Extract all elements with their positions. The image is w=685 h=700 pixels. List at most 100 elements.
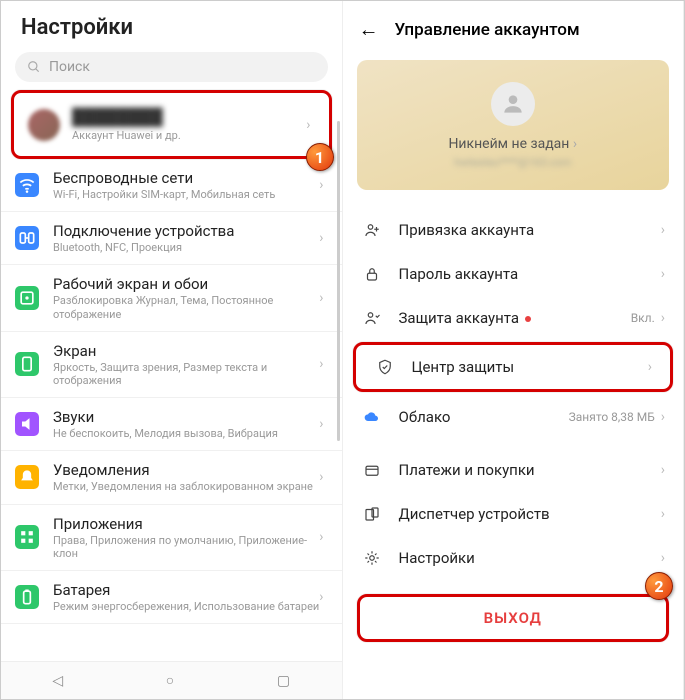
page-title: Настройки bbox=[1, 1, 342, 52]
account-row[interactable]: Привязка аккаунта › bbox=[343, 208, 684, 252]
nickname: Никнейм не задан › bbox=[448, 136, 577, 152]
security-center-row[interactable]: Центр защиты › bbox=[353, 342, 674, 392]
row-sub: Wi-Fi, Настройки SIM-карт, Мобильная сет… bbox=[53, 188, 319, 201]
row-title: Уведомления bbox=[53, 461, 319, 479]
page-title: Управление аккаунтом bbox=[395, 20, 580, 40]
settings-list: Беспроводные сети Wi-Fi, Настройки SIM-к… bbox=[1, 159, 342, 661]
cloud-icon bbox=[361, 407, 383, 427]
row-sub: Права, Приложения по умолчанию, Приложен… bbox=[53, 534, 319, 560]
chevron-right-icon: › bbox=[319, 589, 323, 605]
nav-home-icon[interactable]: ○ bbox=[166, 672, 174, 689]
callout-badge-2: 2 bbox=[645, 572, 673, 600]
row-icon bbox=[361, 221, 383, 239]
settings-row[interactable]: Звуки Не беспокоить, Мелодия вызова, Виб… bbox=[1, 398, 342, 451]
chevron-right-icon: › bbox=[661, 462, 665, 478]
back-icon[interactable]: ← bbox=[359, 17, 379, 42]
nav-recent-icon[interactable]: ▢ bbox=[277, 673, 290, 689]
chevron-right-icon: › bbox=[319, 290, 323, 306]
row-title: Экран bbox=[53, 342, 319, 360]
chevron-right-icon: › bbox=[661, 550, 665, 566]
profile-card[interactable]: Никнейм не задан › hwtesteu****@163.com bbox=[357, 60, 670, 190]
nav-back-icon[interactable]: ◁ bbox=[52, 673, 63, 689]
row-sub: Не беспокоить, Мелодия вызова, Вибрация bbox=[53, 427, 319, 440]
row-title: Рабочий экран и обои bbox=[53, 275, 319, 293]
alert-dot-icon bbox=[525, 316, 531, 322]
chevron-right-icon: › bbox=[661, 310, 665, 326]
shield-icon bbox=[374, 358, 396, 376]
logout-button[interactable]: ВЫХОД bbox=[357, 594, 670, 642]
row-icon bbox=[361, 265, 383, 283]
avatar bbox=[28, 109, 60, 141]
account-row[interactable]: Пароль аккаунта › bbox=[343, 252, 684, 296]
search-icon bbox=[27, 60, 41, 74]
row-sub: Bluetooth, NFC, Проекция bbox=[53, 241, 319, 254]
row-icon bbox=[361, 505, 383, 523]
row-icon bbox=[15, 352, 39, 376]
row-sub: Яркость, Защита зрения, Размер текста и … bbox=[53, 361, 319, 387]
row-title: Батарея bbox=[53, 581, 319, 599]
row-icon bbox=[15, 585, 39, 609]
chevron-right-icon: › bbox=[648, 359, 652, 375]
chevron-right-icon: › bbox=[319, 356, 323, 372]
settings-row[interactable]: Подключение устройства Bluetooth, NFC, П… bbox=[1, 212, 342, 265]
account-sub: Аккаунт Huawei и др. bbox=[72, 129, 306, 142]
chevron-right-icon: › bbox=[319, 416, 323, 432]
chevron-right-icon: › bbox=[661, 506, 665, 522]
row-value: Занято 8,38 МБ bbox=[569, 410, 655, 424]
row-label: Платежи и покупки bbox=[399, 461, 661, 479]
nav-bar: ◁ ○ ▢ bbox=[1, 661, 342, 699]
row-icon bbox=[361, 309, 383, 327]
cloud-row[interactable]: Облако Занято 8,38 МБ › bbox=[343, 394, 684, 440]
settings-row[interactable]: Батарея Режим энергосбережения, Использо… bbox=[1, 571, 342, 624]
chevron-right-icon: › bbox=[306, 117, 310, 133]
settings-row[interactable]: Беспроводные сети Wi-Fi, Настройки SIM-к… bbox=[1, 159, 342, 212]
chevron-right-icon: › bbox=[661, 266, 665, 282]
row-icon bbox=[15, 226, 39, 250]
row-label: Диспетчер устройств bbox=[399, 505, 661, 523]
row-icon bbox=[15, 465, 39, 489]
row-icon bbox=[15, 286, 39, 310]
row-label: Настройки bbox=[399, 549, 661, 567]
row-title: Беспроводные сети bbox=[53, 169, 319, 187]
callout-badge-1: 1 bbox=[306, 143, 334, 171]
row-label: Облако bbox=[399, 408, 569, 426]
account-row[interactable]: ████████ Аккаунт Huawei и др. › bbox=[11, 90, 332, 159]
chevron-right-icon: › bbox=[319, 230, 323, 246]
row-icon bbox=[361, 549, 383, 567]
account-screen: ← Управление аккаунтом Никнейм не задан … bbox=[343, 1, 685, 699]
chevron-right-icon: › bbox=[319, 529, 323, 545]
settings-screen: Настройки Поиск ████████ Аккаунт Huawei … bbox=[1, 1, 343, 699]
settings-row[interactable]: Экран Яркость, Защита зрения, Размер тек… bbox=[1, 332, 342, 398]
row-label: Защита аккаунта bbox=[399, 309, 631, 327]
row-label: Привязка аккаунта bbox=[399, 221, 661, 239]
settings-row[interactable]: Рабочий экран и обои Разблокировка Журна… bbox=[1, 265, 342, 331]
row-icon bbox=[15, 412, 39, 436]
account-row[interactable]: Диспетчер устройств › bbox=[343, 492, 684, 536]
row-icon bbox=[361, 461, 383, 479]
row-label: Пароль аккаунта bbox=[399, 265, 661, 283]
account-row[interactable]: Платежи и покупки › bbox=[343, 448, 684, 492]
account-name: ████████ bbox=[72, 107, 306, 127]
row-title: Приложения bbox=[53, 515, 319, 533]
row-icon bbox=[15, 173, 39, 197]
chevron-right-icon: › bbox=[661, 409, 665, 425]
avatar bbox=[491, 82, 535, 126]
chevron-right-icon: › bbox=[319, 469, 323, 485]
row-title: Подключение устройства bbox=[53, 222, 319, 240]
account-row[interactable]: Защита аккаунта Вкл. › bbox=[343, 296, 684, 340]
chevron-right-icon: › bbox=[319, 177, 323, 193]
row-title: Звуки bbox=[53, 408, 319, 426]
row-sub: Метки, Уведомления на заблокированном эк… bbox=[53, 480, 319, 493]
row-sub: Разблокировка Журнал, Тема, Постоянное о… bbox=[53, 294, 319, 320]
row-label: Центр защиты bbox=[412, 358, 648, 376]
scrollbar[interactable] bbox=[337, 121, 340, 441]
search-placeholder: Поиск bbox=[49, 59, 90, 75]
header: ← Управление аккаунтом bbox=[343, 1, 684, 54]
row-sub: Режим энергосбережения, Использование ба… bbox=[53, 600, 319, 613]
settings-row[interactable]: Уведомления Метки, Уведомления на заблок… bbox=[1, 451, 342, 504]
row-icon bbox=[15, 525, 39, 549]
account-row[interactable]: Настройки › bbox=[343, 536, 684, 580]
account-email: hwtesteu****@163.com bbox=[454, 156, 571, 169]
settings-row[interactable]: Приложения Права, Приложения по умолчани… bbox=[1, 505, 342, 571]
search-input[interactable]: Поиск bbox=[15, 52, 328, 82]
